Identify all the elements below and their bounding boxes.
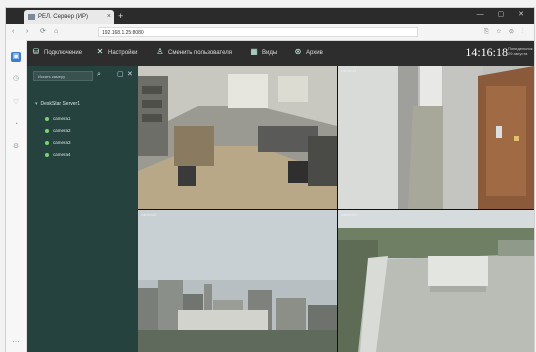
city-camera-feed: [138, 210, 337, 352]
camera-item[interactable]: camera2: [45, 128, 71, 133]
clock-date: Понедельник 29 августа: [508, 46, 533, 56]
settings-icon[interactable]: ⚙: [11, 142, 21, 152]
camera-item[interactable]: camera1: [45, 116, 71, 121]
camera-item[interactable]: camera4: [45, 152, 71, 157]
tab-title: РЕЛ. Сервер (ИР): [38, 14, 89, 20]
history-icon[interactable]: ◷: [11, 74, 21, 84]
user-icon: ♙: [156, 47, 164, 57]
browser-window: РЕЛ. Сервер (ИР) × + — ▢ ✕ ‹ › ⟳ ⌂ 192.1…: [6, 8, 534, 352]
panel-icon[interactable]: ▣: [11, 52, 21, 62]
video-tile[interactable]: camera3: [338, 210, 534, 352]
video-grid: camera1 camera2 camera3: [138, 66, 534, 352]
online-status-icon: [45, 152, 49, 157]
close-icon[interactable]: ✕: [127, 70, 133, 80]
online-status-icon: [45, 140, 49, 145]
search-icon[interactable]: ⌕: [97, 70, 101, 80]
video-tile[interactable]: camera2: [138, 210, 337, 352]
reload-icon[interactable]: ⟳: [40, 27, 46, 37]
clock: 14:16:18: [465, 45, 508, 59]
camera-sidebar: Искать камеру ⌕ ▢ ✕ ▾ DeskStar Server1 ca…: [27, 66, 138, 352]
browser-sidebar: ▣ ◷ ♡ ◔ ⚙ ⋯: [6, 40, 27, 352]
more-icon[interactable]: ⋯: [11, 338, 21, 348]
corridor-camera-feed: [338, 66, 534, 209]
server-node[interactable]: ▾ DeskStar Server1: [35, 101, 80, 107]
address-bar: ‹ › ⟳ ⌂ 192.168.1.25:8080 ⎘ ☆ ⚙ ⋮: [6, 24, 534, 41]
camera-item[interactable]: camera3: [45, 140, 71, 145]
online-status-icon: [45, 116, 49, 121]
favicon-icon: [28, 14, 35, 20]
video-tile[interactable]: [138, 66, 337, 209]
online-status-icon: [45, 128, 49, 133]
archive-icon: ⊛: [294, 47, 302, 57]
office-camera-feed: [138, 66, 337, 209]
settings-button[interactable]: ✕ Настройки: [95, 47, 138, 59]
views-button[interactable]: ▦ Виды: [249, 47, 277, 59]
camera-label: camera2: [141, 212, 157, 217]
url-input[interactable]: 192.168.1.25:8080: [98, 27, 418, 37]
grid-icon: ▦: [250, 47, 258, 57]
chevron-down-icon[interactable]: ▾: [35, 101, 38, 107]
browser-tab[interactable]: РЕЛ. Сервер (ИР) ×: [24, 10, 114, 24]
home-icon[interactable]: ⌂: [54, 27, 58, 37]
close-tab-icon[interactable]: ×: [107, 10, 111, 24]
browser-tools[interactable]: ⎘ ☆ ⚙ ⋮: [484, 27, 526, 37]
network-icon: ⛁: [32, 47, 40, 57]
camera-label: camera1: [341, 68, 357, 73]
bookmark-icon[interactable]: ♡: [11, 98, 21, 108]
connect-button[interactable]: ⛁ Подключение: [31, 47, 82, 59]
forward-icon[interactable]: ›: [26, 27, 28, 37]
tools-icon: ✕: [96, 47, 104, 57]
rooftop-camera-feed: [338, 210, 534, 352]
vms-client: ⛁ Подключение ✕ Настройки ♙ Сменить пользов…: [27, 41, 534, 352]
camera-search-input[interactable]: Искать камеру: [33, 71, 93, 81]
browser-tab-bar: РЕЛ. Сервер (ИР) × + — ▢ ✕: [6, 8, 534, 24]
window-controls[interactable]: — ▢ ✕: [477, 10, 530, 18]
app-toolbar: ⛁ Подключение ✕ Настройки ♙ Сменить пользов…: [27, 41, 534, 66]
download-icon[interactable]: ◔: [11, 120, 21, 130]
video-tile[interactable]: camera1: [338, 66, 534, 209]
camera-label: camera3: [341, 212, 357, 217]
back-icon[interactable]: ‹: [12, 27, 14, 37]
new-tab-button[interactable]: +: [118, 10, 123, 22]
switch-user-button[interactable]: ♙ Сменить пользователя: [155, 47, 232, 59]
popout-icon[interactable]: ▢: [117, 70, 124, 80]
archive-button[interactable]: ⊛ Архив: [293, 47, 323, 59]
